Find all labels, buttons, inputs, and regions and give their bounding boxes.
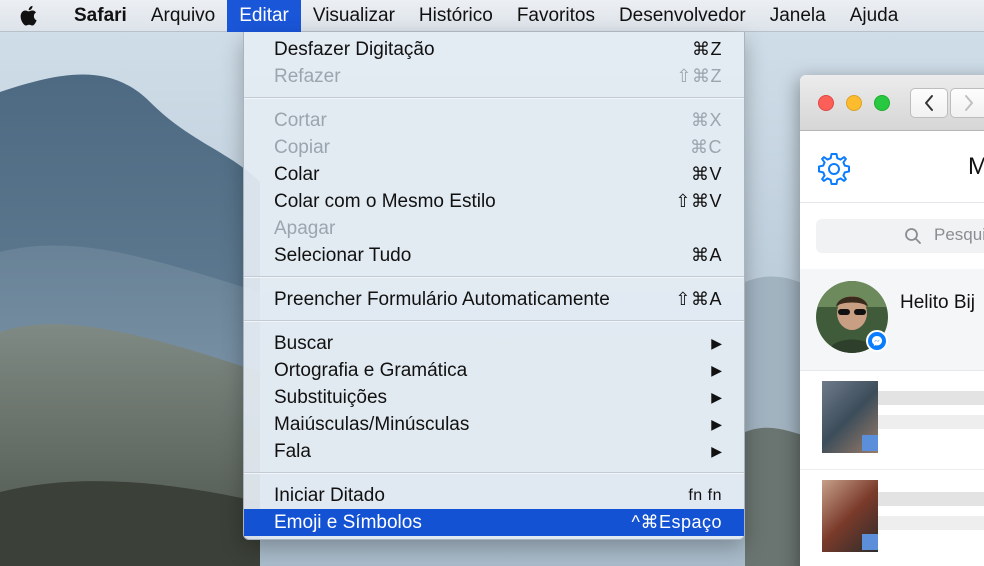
menu-item-shortcut: ⌘C: [690, 137, 722, 157]
menu-separator: [244, 320, 744, 322]
menu-item-shortcut: ^⌘Espaço: [631, 512, 722, 532]
menu-item-label: Maiúsculas/Minúsculas: [274, 413, 470, 435]
messenger-title: M: [968, 153, 984, 180]
menu-separator: [244, 276, 744, 278]
menu-item-substitutions[interactable]: Substituições ▶: [244, 384, 744, 411]
menu-item-label: Buscar: [274, 332, 334, 354]
menu-favoritos[interactable]: Favoritos: [505, 0, 607, 32]
menu-item-delete[interactable]: Apagar: [244, 215, 744, 242]
menu-ajuda[interactable]: Ajuda: [838, 0, 911, 32]
menu-item-label: Apagar: [274, 217, 336, 239]
gear-icon[interactable]: [816, 151, 852, 187]
window-titlebar: [800, 75, 984, 131]
search-icon: [905, 228, 921, 244]
submenu-arrow-icon: ▶: [711, 335, 722, 351]
apple-logo-icon[interactable]: [0, 0, 56, 32]
forward-button[interactable]: [950, 88, 984, 118]
menu-item-label: Copiar: [274, 136, 330, 158]
messenger-search: Pesquisa: [800, 203, 984, 269]
menu-item-label: Substituições: [274, 386, 388, 408]
search-placeholder: Pesquisa: [934, 225, 984, 244]
menu-item-shortcut: ⌘Z: [692, 39, 722, 59]
conversation-item-blurred[interactable]: [800, 469, 984, 566]
menu-item-label: Emoji e Símbolos: [274, 511, 422, 533]
menu-item-label: Ortografia e Gramática: [274, 359, 468, 381]
conversation-item[interactable]: Helito Bij: [800, 269, 984, 371]
menu-item-shortcut: fn fn: [688, 486, 722, 504]
menu-item-autofill[interactable]: Preencher Formulário Automaticamente ⇧⌘A: [244, 286, 744, 313]
menu-item-label: Fala: [274, 440, 311, 462]
menu-historico[interactable]: Histórico: [407, 0, 505, 32]
menu-visualizar[interactable]: Visualizar: [301, 0, 407, 32]
submenu-arrow-icon: ▶: [711, 416, 722, 432]
chevron-left-icon: [925, 95, 933, 111]
menu-bar: Safari Arquivo Editar Visualizar Históri…: [0, 0, 984, 32]
menu-item-emoji-symbols[interactable]: Emoji e Símbolos ^⌘Espaço: [244, 509, 744, 536]
menu-item-label: Cortar: [274, 109, 327, 131]
menu-item-copy[interactable]: Copiar ⌘C: [244, 134, 744, 161]
menu-desenvolvedor[interactable]: Desenvolvedor: [607, 0, 758, 32]
menu-item-find[interactable]: Buscar ▶: [244, 330, 744, 357]
close-window-button[interactable]: [818, 95, 834, 111]
menu-safari[interactable]: Safari: [56, 0, 139, 32]
menu-item-shortcut: ⇧⌘A: [675, 289, 722, 309]
minimize-window-button[interactable]: [846, 95, 862, 111]
submenu-arrow-icon: ▶: [711, 443, 722, 459]
menu-item-spelling[interactable]: Ortografia e Gramática ▶: [244, 357, 744, 384]
submenu-arrow-icon: ▶: [711, 389, 722, 405]
menu-item-shortcut: ⇧⌘Z: [676, 66, 722, 86]
menu-item-redo[interactable]: Refazer ⇧⌘Z: [244, 63, 744, 90]
menu-item-speech[interactable]: Fala ▶: [244, 438, 744, 465]
menu-item-label: Iniciar Ditado: [274, 484, 385, 506]
menu-item-start-dictation[interactable]: Iniciar Ditado fn fn: [244, 482, 744, 509]
menu-item-label: Preencher Formulário Automaticamente: [274, 288, 610, 310]
menu-item-paste[interactable]: Colar ⌘V: [244, 161, 744, 188]
menu-item-shortcut: ⌘X: [690, 110, 722, 130]
menu-item-cut[interactable]: Cortar ⌘X: [244, 107, 744, 134]
back-button[interactable]: [910, 88, 948, 118]
menu-item-label: Desfazer Digitação: [274, 38, 435, 60]
messenger-icon: [866, 330, 888, 352]
menu-item-shortcut: ⌘V: [690, 164, 722, 184]
menu-janela[interactable]: Janela: [758, 0, 838, 32]
submenu-arrow-icon: ▶: [711, 362, 722, 378]
menu-item-transformations[interactable]: Maiúsculas/Minúsculas ▶: [244, 411, 744, 438]
search-input[interactable]: Pesquisa: [816, 219, 984, 253]
messenger-header: M: [800, 131, 984, 203]
menu-arquivo[interactable]: Arquivo: [139, 0, 227, 32]
menu-item-label: Refazer: [274, 65, 341, 87]
edit-menu: Desfazer Digitação ⌘Z Refazer ⇧⌘Z Cortar…: [243, 32, 745, 540]
menu-item-paste-match-style[interactable]: Colar com o Mesmo Estilo ⇧⌘V: [244, 188, 744, 215]
menu-item-undo[interactable]: Desfazer Digitação ⌘Z: [244, 36, 744, 63]
menu-item-select-all[interactable]: Selecionar Tudo ⌘A: [244, 242, 744, 269]
menu-separator: [244, 97, 744, 99]
menu-item-shortcut: ⇧⌘V: [675, 191, 722, 211]
menu-item-shortcut: ⌘A: [690, 245, 722, 265]
menu-item-label: Colar com o Mesmo Estilo: [274, 190, 496, 212]
contact-name: Helito Bij: [900, 292, 975, 313]
menu-editar[interactable]: Editar: [227, 0, 301, 32]
zoom-window-button[interactable]: [874, 95, 890, 111]
menu-item-label: Selecionar Tudo: [274, 244, 412, 266]
menu-item-label: Colar: [274, 163, 320, 185]
chevron-right-icon: [965, 95, 973, 111]
menu-separator: [244, 472, 744, 474]
safari-window: M Pesquisa: [800, 75, 984, 566]
conversation-item-blurred[interactable]: [800, 371, 984, 469]
